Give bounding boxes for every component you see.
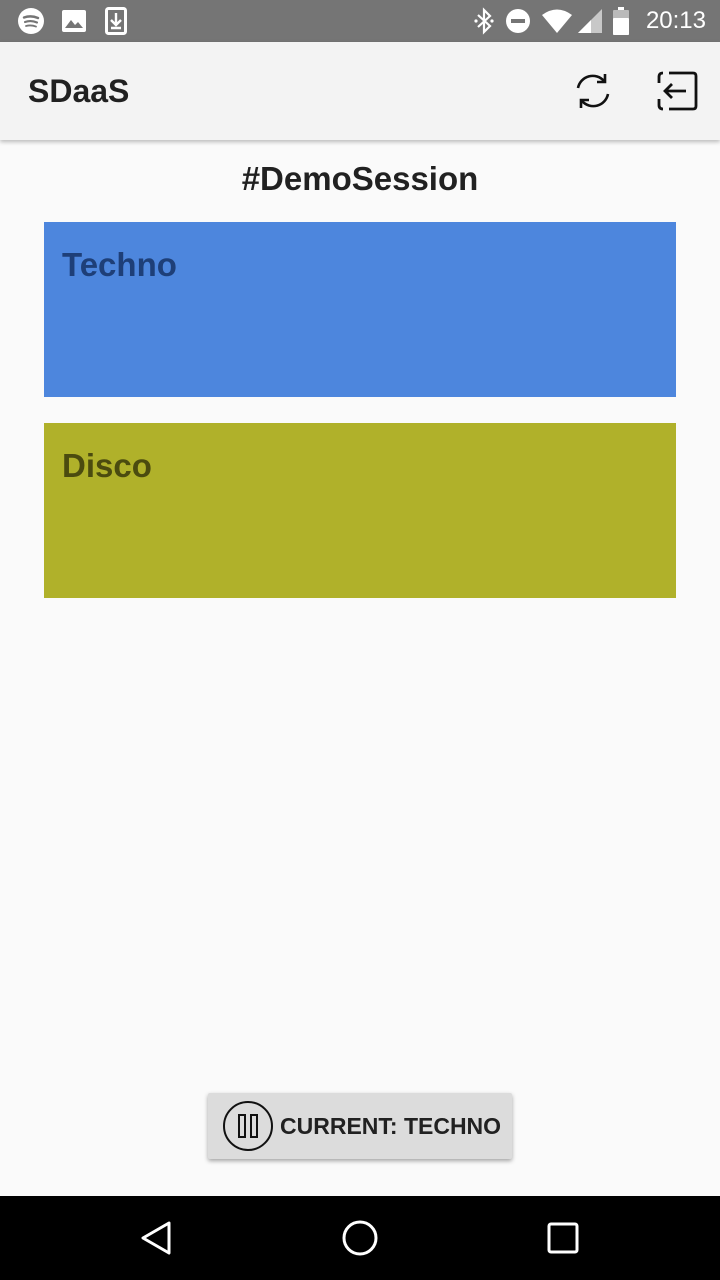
- logout-icon[interactable]: [653, 67, 701, 115]
- genre-label: Techno: [62, 246, 177, 283]
- pause-icon[interactable]: [222, 1100, 274, 1152]
- spotify-icon: [16, 7, 46, 35]
- navigation-bar: [0, 1196, 720, 1280]
- wifi-icon: [540, 7, 574, 35]
- current-genre-label: CURRENT: TECHNO: [280, 1112, 502, 1139]
- home-icon[interactable]: [336, 1214, 384, 1262]
- status-time: 20:13: [645, 7, 706, 34]
- download-icon: [104, 7, 128, 35]
- app-title: SDaaS: [28, 73, 130, 109]
- battery-icon: [612, 7, 630, 35]
- do-not-disturb-icon: [504, 7, 532, 35]
- app-bar: SDaaS: [0, 42, 720, 140]
- current-genre-button[interactable]: CURRENT: TECHNO: [208, 1093, 512, 1159]
- signal-icon: [576, 7, 604, 35]
- genre-label: Disco: [62, 447, 152, 484]
- image-icon: [60, 7, 88, 35]
- back-icon[interactable]: [132, 1214, 180, 1262]
- refresh-icon[interactable]: [569, 67, 617, 115]
- recents-icon[interactable]: [539, 1214, 587, 1262]
- genre-card-disco[interactable]: Disco: [44, 423, 676, 598]
- bluetooth-icon: [472, 7, 496, 35]
- session-title: #DemoSession: [241, 160, 479, 197]
- genre-card-techno[interactable]: Techno: [44, 222, 676, 397]
- status-bar: 20:13: [0, 0, 720, 42]
